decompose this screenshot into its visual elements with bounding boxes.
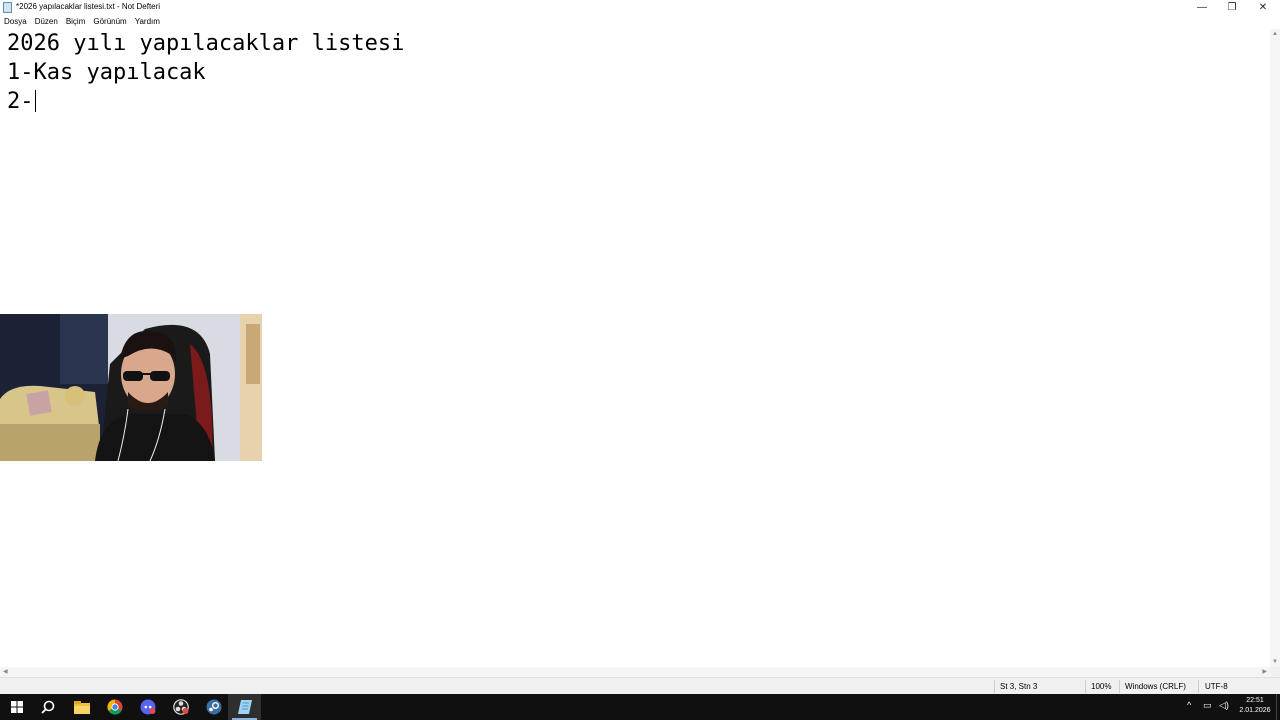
menu-yardim[interactable]: Yardım bbox=[131, 15, 164, 29]
cursor-position: St 3, Stn 3 bbox=[1000, 682, 1038, 691]
webcam-overlay bbox=[0, 314, 262, 461]
maximize-button[interactable]: ❐ bbox=[1217, 0, 1247, 15]
title-bar[interactable]: *2026 yapılacaklar listesi.txt - Not Def… bbox=[0, 0, 1280, 15]
editor-line: 1-Kas yapılacak bbox=[7, 60, 206, 85]
scroll-down-icon[interactable]: ▼ bbox=[1272, 659, 1278, 665]
text-caret bbox=[34, 90, 36, 112]
status-bar: St 3, Stn 3 100% Windows (CRLF) UTF-8 bbox=[0, 677, 1280, 694]
taskbar-notepad[interactable] bbox=[228, 694, 261, 720]
notepad-icon bbox=[3, 2, 12, 13]
scroll-up-icon[interactable]: ▲ bbox=[1272, 31, 1278, 37]
chrome-icon bbox=[106, 699, 122, 715]
taskbar-steam[interactable] bbox=[197, 694, 230, 720]
file-explorer-icon bbox=[73, 700, 90, 714]
menu-duzen[interactable]: Düzen bbox=[31, 15, 62, 29]
editor-line-text: 2- bbox=[7, 89, 34, 114]
taskbar-chrome[interactable] bbox=[98, 694, 131, 720]
clock-time: 22:51 bbox=[1246, 697, 1264, 704]
menu-dosya[interactable]: Dosya bbox=[0, 15, 31, 29]
encoding: UTF-8 bbox=[1205, 682, 1228, 691]
minimize-button[interactable]: — bbox=[1187, 0, 1217, 15]
horizontal-scrollbar[interactable]: ◀ ▶ bbox=[0, 667, 1270, 677]
scroll-left-icon[interactable]: ◀ bbox=[3, 668, 8, 675]
discord-icon bbox=[140, 699, 155, 715]
obs-icon bbox=[172, 699, 189, 715]
editor-line: 2026 yılı yapılacaklar listesi bbox=[7, 31, 405, 56]
status-divider bbox=[1198, 680, 1199, 693]
chevron-up-icon[interactable]: ^ bbox=[1187, 700, 1191, 710]
volume-icon[interactable]: ◁) bbox=[1219, 700, 1229, 711]
search-button[interactable] bbox=[31, 694, 64, 720]
taskbar-obs[interactable] bbox=[164, 694, 197, 720]
clock-date: 2.01.2026 bbox=[1239, 707, 1271, 714]
scroll-right-icon[interactable]: ▶ bbox=[1262, 668, 1267, 675]
zoom-level: 100% bbox=[1091, 682, 1112, 691]
search-icon bbox=[40, 700, 54, 714]
status-divider bbox=[1085, 680, 1086, 693]
window-title: *2026 yapılacaklar listesi.txt - Not Def… bbox=[16, 2, 161, 11]
taskbar: ^ ▭ ◁) 22:51 2.01.2026 bbox=[0, 694, 1280, 720]
webcam-image bbox=[0, 314, 262, 461]
menu-bar: Dosya Düzen Biçim Görünüm Yardım bbox=[0, 15, 1280, 29]
steam-icon bbox=[206, 699, 221, 715]
status-divider bbox=[1119, 680, 1120, 693]
show-desktop-button[interactable] bbox=[1276, 694, 1280, 720]
start-button[interactable] bbox=[0, 694, 33, 720]
status-divider bbox=[994, 680, 995, 693]
taskbar-file-explorer[interactable] bbox=[65, 694, 98, 720]
close-button[interactable]: ✕ bbox=[1248, 0, 1278, 15]
scroll-corner bbox=[1270, 667, 1280, 677]
network-icon[interactable]: ▭ bbox=[1203, 700, 1212, 711]
menu-bicim[interactable]: Biçim bbox=[62, 15, 90, 29]
taskbar-discord[interactable] bbox=[131, 694, 164, 720]
menu-gorunum[interactable]: Görünüm bbox=[89, 15, 130, 29]
notepad-icon bbox=[237, 700, 252, 714]
start-icon bbox=[10, 701, 23, 713]
vertical-scrollbar[interactable]: ▲ ▼ bbox=[1270, 29, 1280, 667]
editor-line-current: 2- bbox=[7, 87, 36, 116]
line-ending: Windows (CRLF) bbox=[1125, 682, 1186, 691]
